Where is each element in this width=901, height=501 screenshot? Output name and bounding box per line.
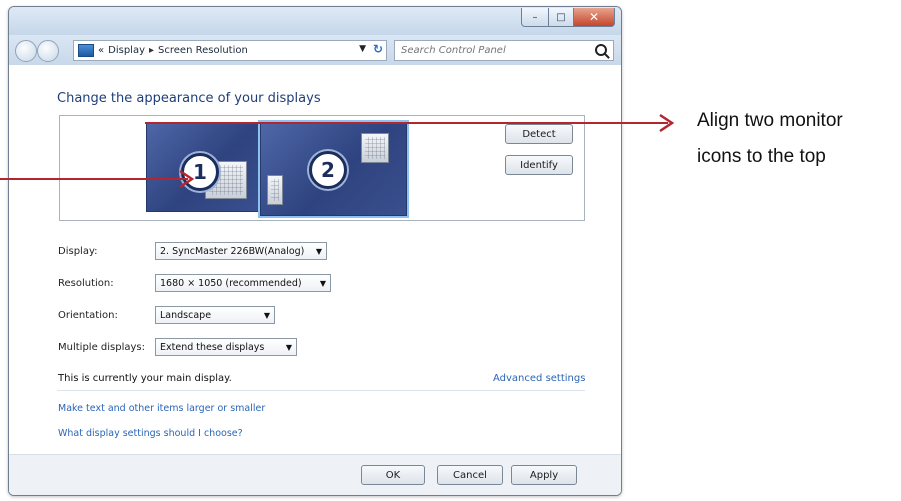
screen-resolution-window: – □ ✕ « Display ▸ Screen Resolution ▼ ↻ … [8,6,622,496]
search-box[interactable] [394,40,614,61]
refresh-icon[interactable]: ↻ [373,42,383,56]
control-panel-icon [78,44,94,57]
detect-button[interactable]: Detect [505,124,573,144]
cancel-button[interactable]: Cancel [437,465,503,485]
back-button[interactable] [15,40,37,62]
address-dropdown-icon[interactable]: ▼ [359,44,366,54]
monitor-number: 1 [181,153,219,191]
display-preview: 1 2 Detect Identify [59,115,585,221]
address-prefix: « [98,45,105,56]
breadcrumb-screen-resolution[interactable]: Screen Resolution [158,45,248,56]
breadcrumb-separator-icon: ▸ [149,45,155,56]
orientation-select-value: Landscape [160,309,212,321]
multiple-displays-select-value: Extend these displays [160,341,265,353]
annotation-line-1: Align two monitor [697,110,843,131]
maximize-button[interactable]: □ [549,8,574,27]
orientation-select[interactable]: Landscape ▼ [155,306,275,324]
search-icon[interactable] [595,44,607,56]
resolution-select-value: 1680 × 1050 (recommended) [160,277,302,289]
resolution-label: Resolution: [58,278,114,289]
monitor-number: 2 [309,151,347,189]
ok-button[interactable]: OK [361,465,425,485]
chevron-down-icon: ▼ [319,279,326,288]
divider [57,390,585,391]
orientation-label: Orientation: [58,310,118,321]
chevron-down-icon: ▼ [263,311,270,320]
identify-button[interactable]: Identify [505,155,573,175]
display-select-value: 2. SyncMaster 226BW(Analog) [160,245,305,257]
resolution-select[interactable]: 1680 × 1050 (recommended) ▼ [155,274,331,292]
minimize-button[interactable]: – [521,8,549,27]
monitor-1-icon[interactable]: 1 [146,122,260,212]
chevron-down-icon: ▼ [315,247,322,256]
multiple-displays-label: Multiple displays: [58,342,145,353]
advanced-settings-link[interactable]: Advanced settings [493,373,585,384]
annotation-callout: Align two monitor icons to the top [697,103,897,175]
multiple-displays-select[interactable]: Extend these displays ▼ [155,338,297,356]
display-settings-help-link[interactable]: What display settings should I choose? [58,428,243,439]
window-thumbnail-icon [361,133,389,163]
close-button[interactable]: ✕ [574,8,615,27]
breadcrumb-display[interactable]: Display [108,45,145,56]
address-bar[interactable]: « Display ▸ Screen Resolution ▼ ↻ [73,40,387,61]
display-select[interactable]: 2. SyncMaster 226BW(Analog) ▼ [155,242,327,260]
window-thumbnail-icon [267,175,283,205]
search-input[interactable] [395,44,583,57]
display-label: Display: [58,246,98,257]
text-size-link[interactable]: Make text and other items larger or smal… [58,403,265,414]
main-display-status: This is currently your main display. [58,373,232,384]
annotation-arrowhead-icon [659,113,675,133]
chevron-down-icon: ▼ [285,343,292,352]
monitor-2-icon[interactable]: 2 [258,120,409,218]
annotation-line-2: icons to the top [697,146,826,167]
title-bar: – □ ✕ [9,7,621,35]
apply-button[interactable]: Apply [511,465,577,485]
forward-button[interactable] [37,40,59,62]
content-area: Change the appearance of your displays 1… [9,65,621,495]
caption-buttons: – □ ✕ [521,8,615,27]
page-title: Change the appearance of your displays [57,91,321,106]
navigation-bar: « Display ▸ Screen Resolution ▼ ↻ [9,35,621,65]
dialog-footer: OK Cancel Apply [9,454,621,495]
